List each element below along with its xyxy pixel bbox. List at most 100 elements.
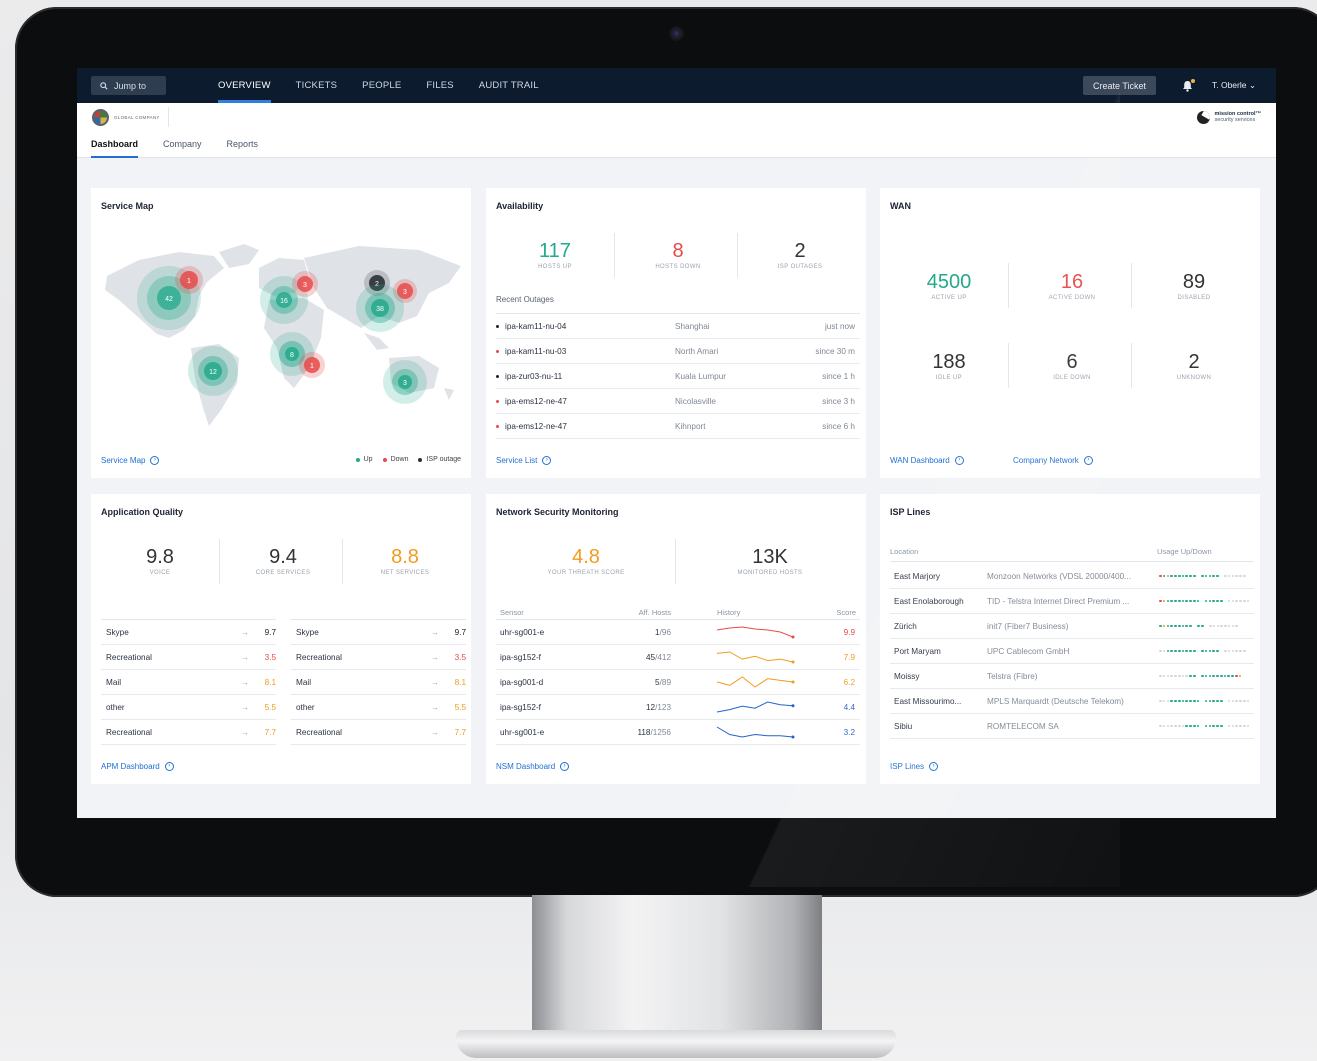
usage-dot xyxy=(1243,699,1246,703)
core-services-stat: 9.4 CORE SERVICES xyxy=(228,546,338,576)
service-map-link[interactable]: Service Map › xyxy=(101,456,160,465)
usage-dot xyxy=(1170,649,1173,653)
jump-to-search[interactable]: Jump to xyxy=(91,76,166,95)
total-hosts: /89 xyxy=(659,677,671,687)
isp-row[interactable]: East Missourimo... MPLS Marquardt (Deutsc… xyxy=(890,689,1254,714)
usage-dot xyxy=(1174,674,1177,678)
network-security-card: Network Security Monitoring 4.8 YOUR THRE… xyxy=(486,494,866,784)
isp-location: Moissy xyxy=(894,671,920,681)
application-row[interactable]: Recreational → 3.5 xyxy=(101,645,276,670)
history-header: History xyxy=(717,608,741,617)
isp-lines-link-label: ISP Lines xyxy=(890,762,925,771)
nav-files[interactable]: FILES xyxy=(426,68,453,103)
usage-indicator xyxy=(1159,674,1242,678)
sensor-row[interactable]: ipa-sg152-f 45/412 7.9 xyxy=(496,645,860,670)
application-row[interactable]: Mail → 8.1 xyxy=(291,670,466,695)
usage-dot xyxy=(1216,724,1219,728)
user-menu[interactable]: T. Oberle ⌄ xyxy=(1212,80,1256,91)
nav-overview[interactable]: OVERVIEW xyxy=(218,68,271,103)
usage-dot xyxy=(1174,574,1177,578)
application-score: 7.7 xyxy=(454,727,466,737)
application-row[interactable]: Recreational → 7.7 xyxy=(291,720,466,745)
usage-dot xyxy=(1181,674,1185,678)
isp-provider: MPLS Marquardt (Deutsche Telekom) xyxy=(987,696,1124,706)
outage-location: North Amari xyxy=(675,346,719,356)
sensor-row[interactable]: ipa-sg001-d 5/89 6.2 xyxy=(496,670,860,695)
wan-dashboard-link[interactable]: WAN Dashboard › xyxy=(890,456,964,465)
top-navigation: Jump to OVERVIEW TICKETS PEOPLE FILES AU… xyxy=(77,68,1276,103)
outage-row[interactable]: ipa-kam11-nu-03 North Amari since 30 m xyxy=(496,339,860,364)
apm-dashboard-link-label: APM Dashboard xyxy=(101,762,160,771)
outage-row[interactable]: ipa-kam11-nu-04 Shanghai just now xyxy=(496,314,860,339)
sparkline-path xyxy=(716,701,794,713)
sensor-row[interactable]: uhr-sg001-e 118/1256 3.2 xyxy=(496,720,860,745)
usage-dot xyxy=(1177,674,1181,678)
usage-dot xyxy=(1239,724,1242,728)
usage-dot xyxy=(1166,624,1170,628)
isp-provider: init7 (Fiber7 Business) xyxy=(987,621,1069,631)
usage-dot xyxy=(1212,649,1215,653)
application-row[interactable]: Recreational → 3.5 xyxy=(291,645,466,670)
company-network-link[interactable]: Company Network › xyxy=(1013,456,1093,465)
world-map[interactable]: 42 1 16 3 2 3 38 8 1 12 3 xyxy=(99,238,467,433)
create-ticket-button[interactable]: Create Ticket xyxy=(1082,76,1156,95)
usage-dot xyxy=(1193,599,1196,603)
service-list-link[interactable]: Service List › xyxy=(496,456,552,465)
sensor-name: ipa-sg152-f xyxy=(500,702,541,712)
availability-title: Availability xyxy=(496,201,544,211)
notifications-bell-icon[interactable] xyxy=(1182,78,1195,92)
application-name: Skype xyxy=(106,627,129,637)
nav-tickets[interactable]: TICKETS xyxy=(296,68,338,103)
usage-dot xyxy=(1185,624,1189,628)
usage-dot xyxy=(1223,674,1227,678)
usage-dot xyxy=(1231,699,1235,703)
usage-dot xyxy=(1224,649,1227,653)
disabled-value: 89 xyxy=(1182,271,1206,293)
application-row[interactable]: other → 5.5 xyxy=(101,695,276,720)
webcam xyxy=(671,28,682,39)
tab-reports[interactable]: Reports xyxy=(227,131,259,157)
isp-row[interactable]: Zürich init7 (Fiber7 Business) xyxy=(890,614,1254,639)
isp-outages-value: 2 xyxy=(794,240,806,262)
application-row[interactable]: Skype → 9.7 xyxy=(101,620,276,645)
isp-lines-link[interactable]: ISP Lines › xyxy=(890,762,939,771)
isp-row[interactable]: Sibiu ROMTELECOM SA xyxy=(890,714,1254,739)
nsm-dashboard-link[interactable]: NSM Dashboard › xyxy=(496,762,570,771)
outage-row[interactable]: ipa-zur03-nu-11 Kuala Lumpur since 1 h xyxy=(496,364,860,389)
status-dot-icon xyxy=(496,424,499,428)
application-row[interactable]: Skype → 9.7 xyxy=(291,620,466,645)
history-sparkline xyxy=(716,726,795,739)
arrow-right-icon: → xyxy=(241,652,249,662)
tab-dashboard[interactable]: Dashboard xyxy=(91,131,139,158)
application-row[interactable]: Mail → 8.1 xyxy=(101,670,276,695)
application-name: Recreational xyxy=(296,727,342,737)
apm-dashboard-link[interactable]: APM Dashboard › xyxy=(101,762,174,771)
outage-row[interactable]: ipa-ems12-ne-47 Nicolasville since 3 h xyxy=(496,389,860,414)
outage-row[interactable]: ipa-ems12-ne-47 Kihnport since 6 h xyxy=(496,414,860,439)
application-row[interactable]: Recreational → 7.7 xyxy=(101,720,276,745)
brand-bar: GLOBAL COMPANY mission control™ security … xyxy=(77,103,1276,131)
usage-dot xyxy=(1162,574,1166,578)
sensor-row[interactable]: ipa-sg152-f 12/123 4.4 xyxy=(496,695,860,720)
usage-dot xyxy=(1208,674,1212,678)
application-score: 3.5 xyxy=(264,652,276,662)
nav-people[interactable]: PEOPLE xyxy=(362,68,401,103)
application-name: other xyxy=(106,702,125,712)
application-row[interactable]: other → 5.5 xyxy=(291,695,466,720)
isp-row[interactable]: East Enolaborough TID - Telstra Internet … xyxy=(890,589,1254,614)
unknown-label: UNKNOWN xyxy=(1176,375,1212,381)
isp-row[interactable]: East Marjory Monzoon Networks (VDSL 20000… xyxy=(890,564,1254,589)
usage-dot xyxy=(1212,624,1216,628)
usage-dot xyxy=(1216,674,1219,678)
usage-dot xyxy=(1181,699,1185,703)
tab-company[interactable]: Company xyxy=(163,131,202,157)
company-logo[interactable]: GLOBAL COMPANY xyxy=(92,107,169,127)
total-hosts: /123 xyxy=(655,702,671,712)
sensor-name: uhr-sg001-e xyxy=(500,627,545,637)
sensor-row[interactable]: uhr-sg001-e 1/96 9.9 xyxy=(496,620,860,645)
nsm-dashboard-link-label: NSM Dashboard xyxy=(496,762,556,771)
nav-audit-trail[interactable]: AUDIT TRAIL xyxy=(479,68,539,103)
isp-row[interactable]: Moissy Telstra (Fibre) xyxy=(890,664,1254,689)
outage-host-label: ipa-ems12-ne-47 xyxy=(505,421,567,431)
isp-row[interactable]: Port Maryam UPC Cablecom GmbH xyxy=(890,639,1254,664)
